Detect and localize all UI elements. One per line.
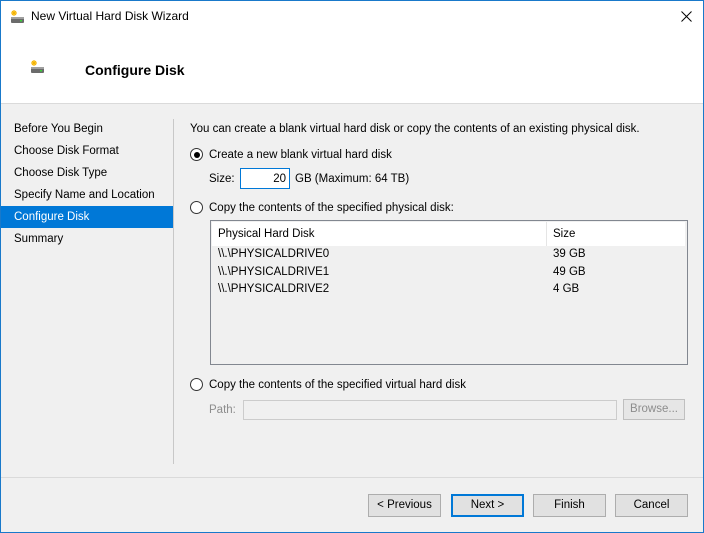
- nav-step-specify-name-location[interactable]: Specify Name and Location: [1, 184, 173, 206]
- table-row[interactable]: \\.\PHYSICALDRIVE1 49 GB: [212, 264, 687, 282]
- column-header-size[interactable]: Size: [547, 222, 685, 246]
- size-input[interactable]: [240, 168, 290, 189]
- path-row: Path: Browse...: [209, 399, 685, 420]
- radio-button[interactable]: [190, 201, 203, 214]
- nav-divider: [173, 119, 174, 464]
- table-row[interactable]: \\.\PHYSICALDRIVE2 4 GB: [212, 281, 687, 299]
- virtual-disk-icon: [31, 60, 44, 73]
- disk-size-cell: 4 GB: [553, 283, 580, 295]
- radio-button-checked[interactable]: [190, 148, 203, 161]
- disk-name-cell: \\.\PHYSICALDRIVE0: [218, 248, 330, 260]
- footer-divider: [1, 477, 703, 478]
- path-input[interactable]: [243, 399, 617, 420]
- disk-size-cell: 49 GB: [553, 265, 586, 278]
- radio-label: Copy the contents of the specified virtu…: [209, 378, 466, 391]
- nav-step-before-you-begin[interactable]: Before You Begin: [1, 118, 173, 140]
- close-icon: [680, 10, 692, 22]
- previous-button[interactable]: < Previous: [368, 494, 441, 517]
- radio-label: Copy the contents of the specified physi…: [209, 201, 454, 214]
- virtual-disk-icon: [11, 10, 24, 23]
- window-title: New Virtual Hard Disk Wizard: [31, 9, 189, 23]
- column-header-physical-hard-disk[interactable]: Physical Hard Disk: [212, 222, 547, 246]
- radio-label: Create a new blank virtual hard disk: [209, 148, 392, 161]
- radio-button[interactable]: [190, 378, 203, 391]
- close-button[interactable]: [669, 1, 703, 31]
- title-bar: New Virtual Hard Disk Wizard: [1, 1, 703, 32]
- table-header: Physical Hard Disk Size: [212, 222, 685, 246]
- disk-name-cell: \\.\PHYSICALDRIVE1: [218, 265, 330, 278]
- disk-name-cell: \\.\PHYSICALDRIVE2: [218, 283, 330, 295]
- page-title: Configure Disk: [85, 62, 185, 78]
- wizard-window: New Virtual Hard Disk Wizard Configure D…: [0, 0, 704, 533]
- radio-new-blank-disk[interactable]: Create a new blank virtual hard disk: [190, 148, 392, 161]
- next-button[interactable]: Next >: [451, 494, 524, 517]
- nav-step-summary[interactable]: Summary: [1, 228, 173, 250]
- radio-copy-physical-disk[interactable]: Copy the contents of the specified physi…: [190, 201, 454, 214]
- table-row[interactable]: \\.\PHYSICALDRIVE0 39 GB: [212, 246, 687, 264]
- cancel-button[interactable]: Cancel: [615, 494, 688, 517]
- intro-text: You can create a blank virtual hard disk…: [190, 123, 640, 135]
- wizard-header: Configure Disk: [1, 32, 703, 104]
- wizard-steps-nav: Before You Begin Choose Disk Format Choo…: [1, 118, 173, 250]
- size-unit-text: GB (Maximum: 64 TB): [295, 172, 410, 185]
- size-row: Size: GB (Maximum: 64 TB): [209, 168, 409, 189]
- nav-step-choose-disk-format[interactable]: Choose Disk Format: [1, 140, 173, 162]
- finish-button[interactable]: Finish: [533, 494, 606, 517]
- disk-size-cell: 39 GB: [553, 248, 586, 260]
- size-label: Size:: [209, 172, 235, 185]
- nav-step-configure-disk[interactable]: Configure Disk: [1, 206, 173, 228]
- nav-step-choose-disk-type[interactable]: Choose Disk Type: [1, 162, 173, 184]
- physical-disk-list[interactable]: Physical Hard Disk Size \\.\PHYSICALDRIV…: [210, 220, 688, 365]
- browse-button[interactable]: Browse...: [623, 399, 685, 420]
- radio-copy-virtual-disk[interactable]: Copy the contents of the specified virtu…: [190, 378, 466, 391]
- path-label: Path:: [209, 403, 236, 416]
